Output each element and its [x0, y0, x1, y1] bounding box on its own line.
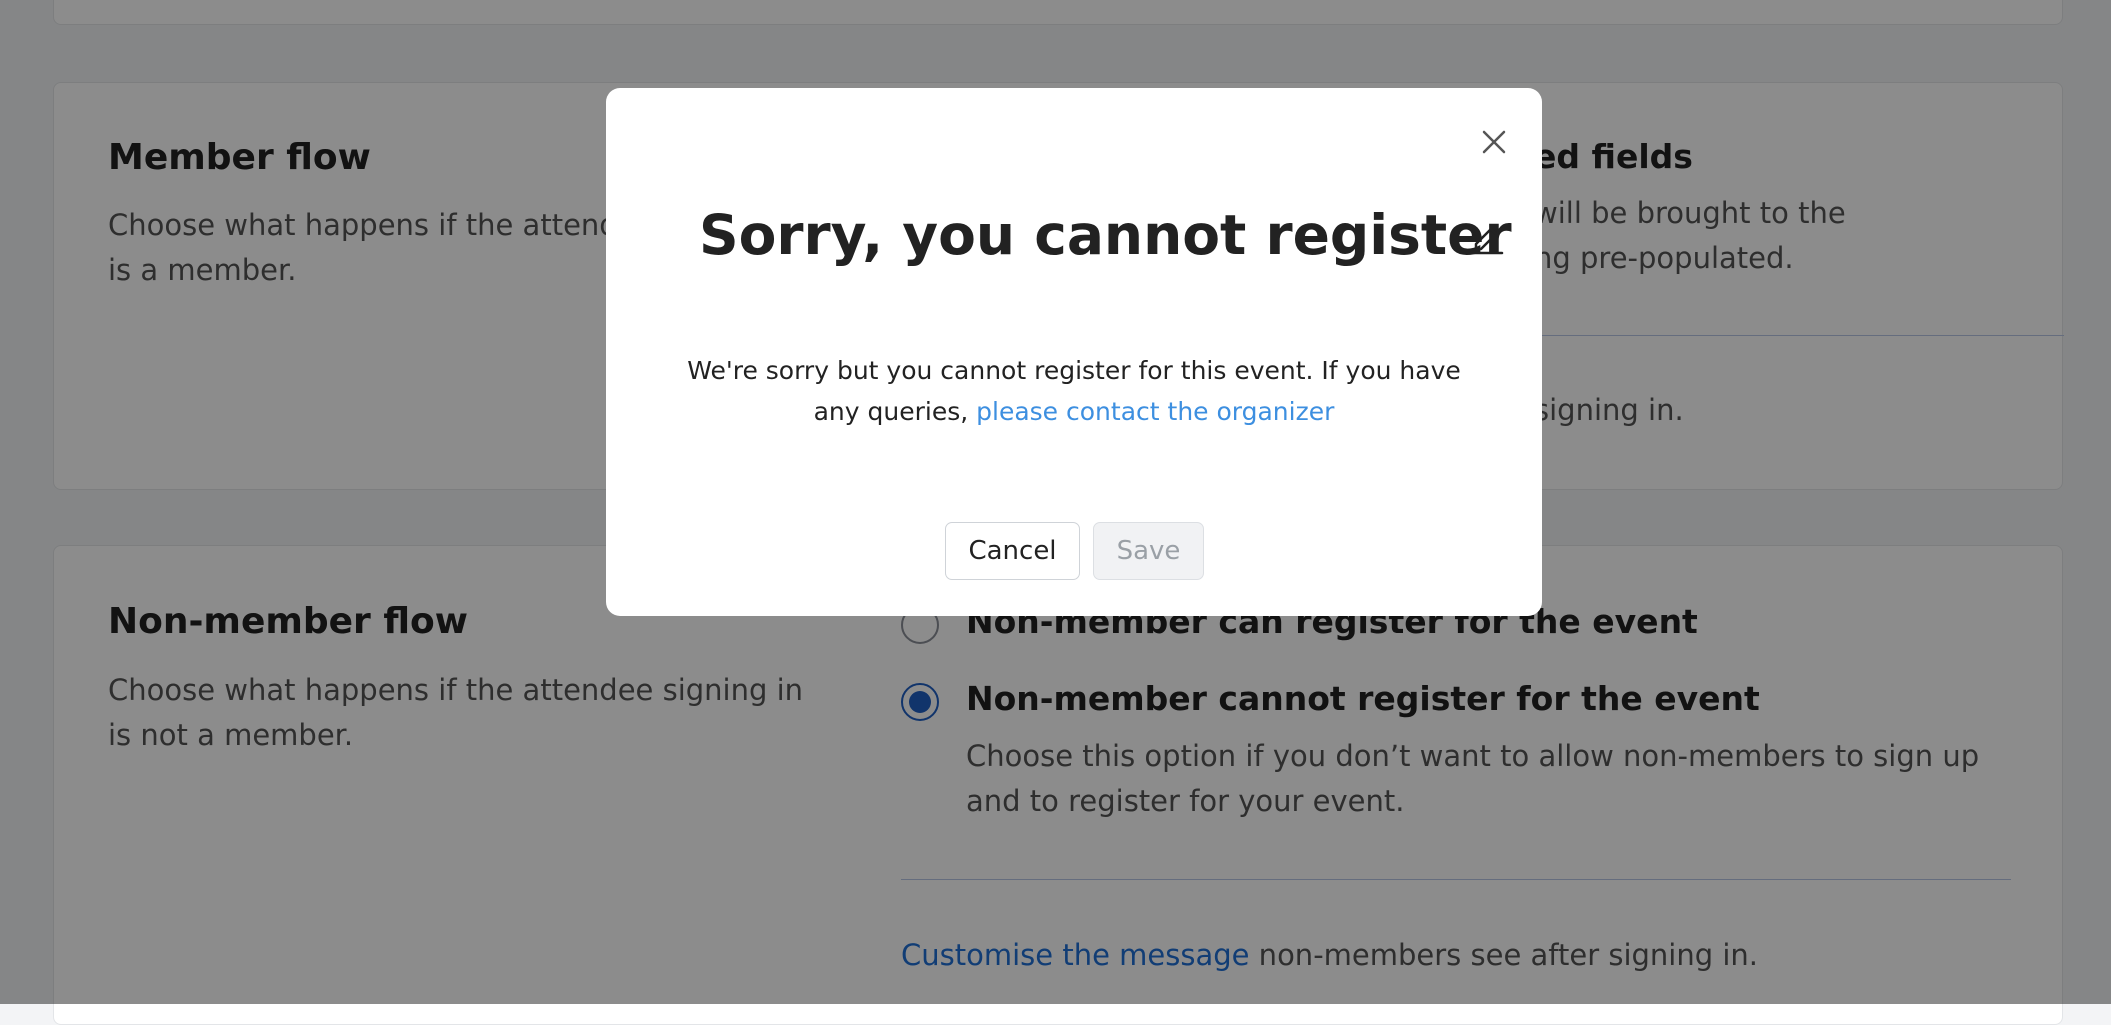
contact-organizer-link[interactable]: please contact the organizer — [976, 397, 1334, 426]
pencil-icon[interactable] — [1468, 216, 1508, 256]
save-button[interactable]: Save — [1093, 522, 1204, 580]
modal-body: We're sorry but you cannot register for … — [666, 350, 1482, 432]
message-modal: Sorry, you cannot register We're sorry b… — [606, 88, 1542, 616]
close-icon[interactable] — [1476, 124, 1512, 160]
modal-title: Sorry, you cannot register — [699, 203, 1512, 267]
cancel-button[interactable]: Cancel — [945, 522, 1080, 580]
